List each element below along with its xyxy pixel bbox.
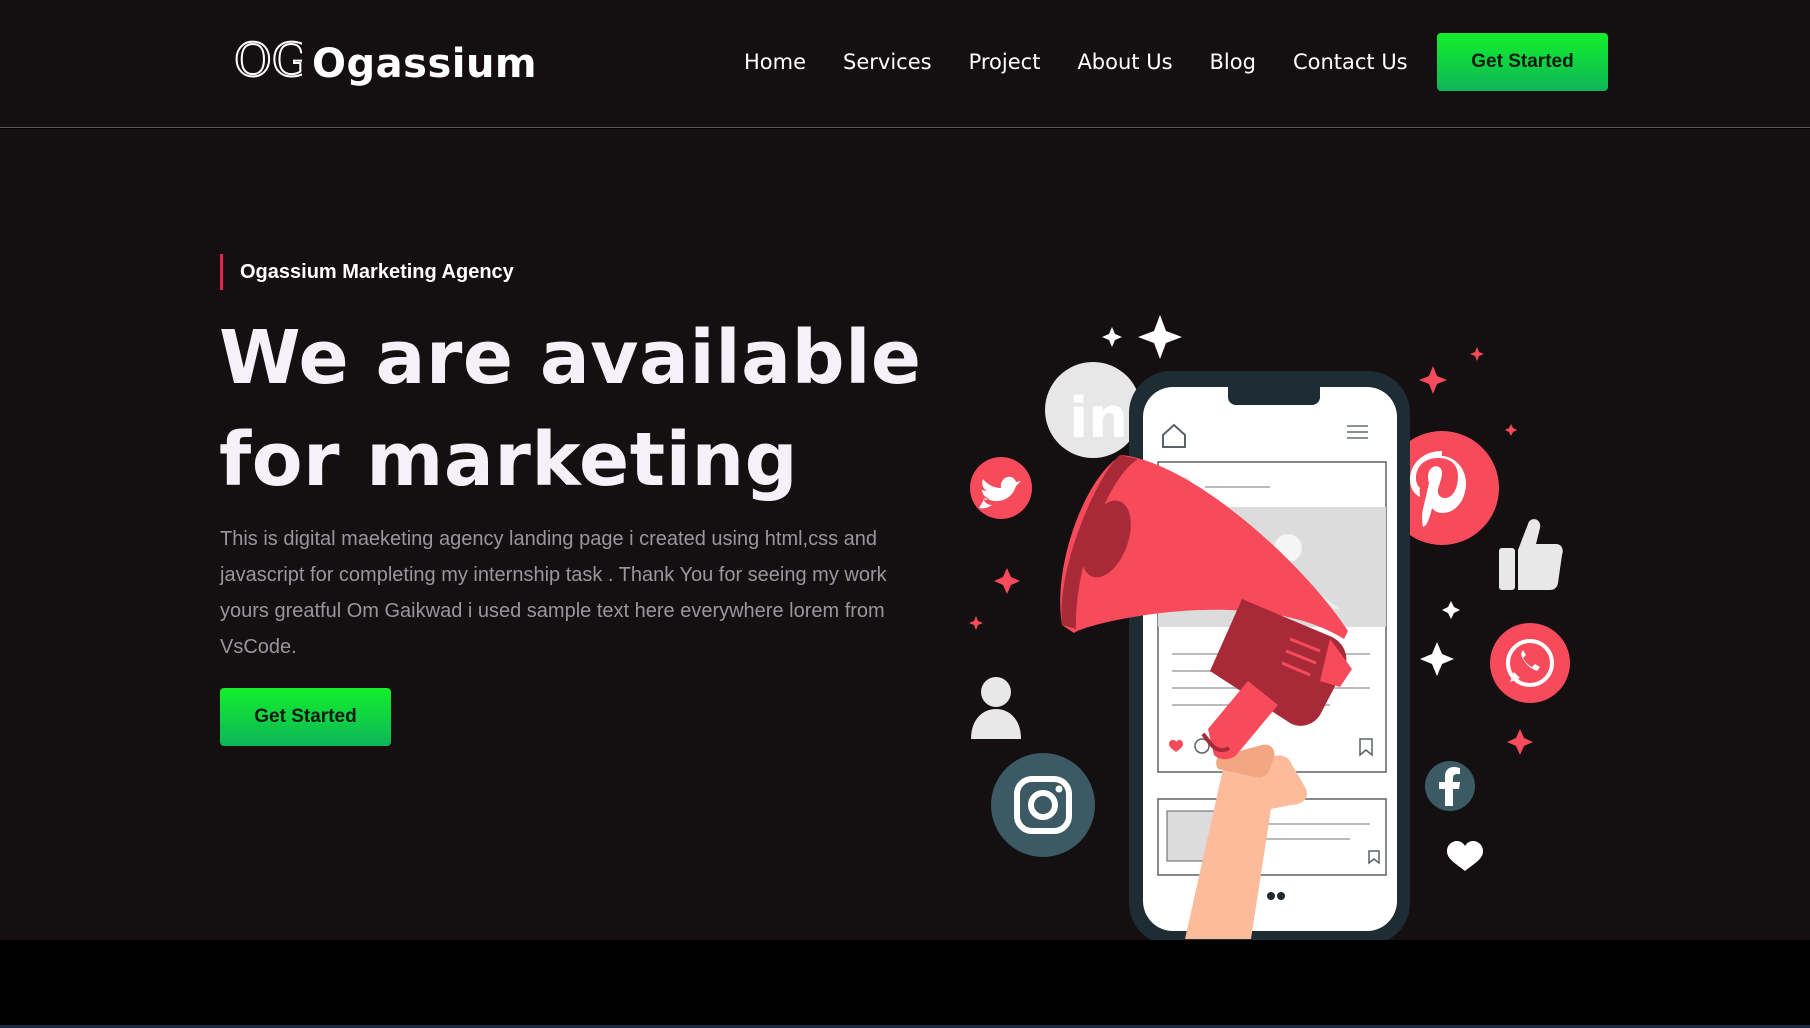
hero-description: This is digital maeketing agency landing… bbox=[220, 528, 887, 658]
user-icon bbox=[971, 677, 1021, 739]
nav-link-about-us[interactable]: About Us bbox=[1077, 50, 1172, 74]
heart-icon bbox=[1447, 841, 1483, 871]
twitter-icon bbox=[970, 457, 1032, 519]
nav-link-services[interactable]: Services bbox=[843, 50, 932, 74]
header-get-started-button[interactable]: Get Started bbox=[1437, 33, 1608, 91]
hero-title-line-1: We are available bbox=[219, 315, 922, 401]
brand-logo[interactable]: OG Ogassium bbox=[230, 28, 537, 100]
hero-section: Ogassium Marketing Agency We are availab… bbox=[0, 129, 1810, 945]
main-nav: Home Services Project About Us Blog Cont… bbox=[744, 0, 1408, 124]
instagram-icon bbox=[991, 753, 1095, 857]
hero-tagline: Ogassium Marketing Agency bbox=[220, 254, 514, 290]
linkedin-icon: in bbox=[1045, 362, 1141, 458]
hero-get-started-button[interactable]: Get Started bbox=[220, 688, 391, 746]
nav-link-project[interactable]: Project bbox=[969, 50, 1041, 74]
page-bottom-strip bbox=[0, 940, 1810, 1028]
nav-link-home[interactable]: Home bbox=[744, 50, 806, 74]
svg-text:in: in bbox=[1069, 386, 1128, 451]
site-header: OG Ogassium Home Services Project About … bbox=[0, 0, 1810, 128]
og-logo-mark-icon: OG bbox=[233, 32, 302, 88]
hero-title-line-2: for marketing bbox=[219, 417, 799, 503]
nav-link-blog[interactable]: Blog bbox=[1210, 50, 1256, 74]
nav-link-contact-us[interactable]: Contact Us bbox=[1293, 50, 1408, 74]
brand-name: Ogassium bbox=[312, 41, 538, 87]
facebook-icon bbox=[1425, 761, 1475, 811]
logo-letter-o: OG bbox=[234, 33, 302, 87]
thumbs-up-icon bbox=[1499, 519, 1563, 590]
whatsapp-icon bbox=[1490, 623, 1570, 703]
hero-title: We are available for marketing bbox=[219, 307, 939, 511]
marketing-illustration: in bbox=[969, 315, 1570, 945]
